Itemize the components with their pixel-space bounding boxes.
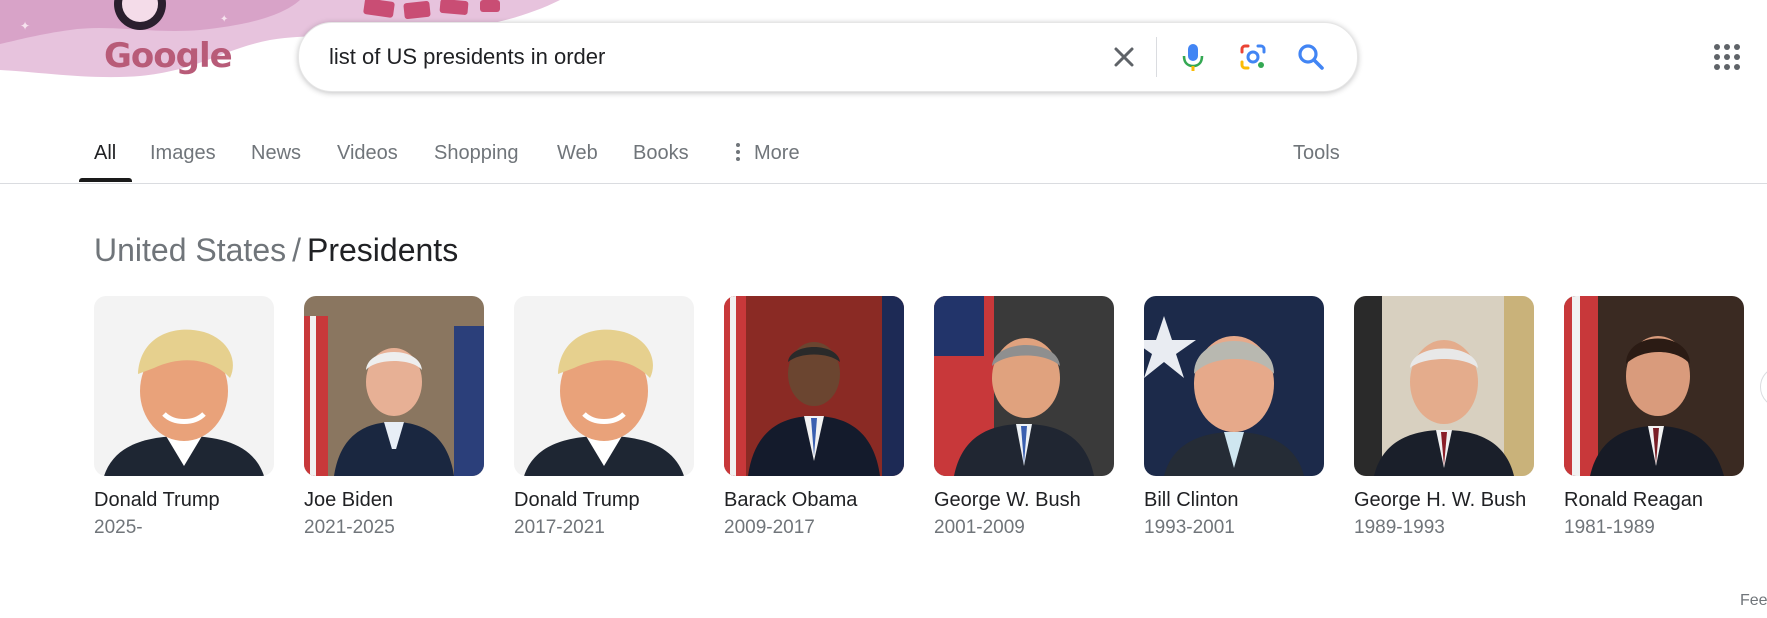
search-tabs: All Images News Videos Shopping Web Book…: [0, 120, 1767, 184]
president-card[interactable]: George H. W. Bush 1989-1993: [1354, 296, 1534, 540]
president-photo[interactable]: [1564, 296, 1744, 476]
tab-shopping[interactable]: Shopping: [434, 142, 519, 165]
president-card[interactable]: Ronald Reagan 1981-1989: [1564, 296, 1744, 540]
president-card[interactable]: Donald Trump 2017-2021: [514, 296, 694, 540]
google-logo[interactable]: Google: [104, 36, 233, 76]
tabs-divider: [0, 183, 1767, 184]
clear-icon[interactable]: [1107, 40, 1141, 74]
president-name[interactable]: George H. W. Bush: [1354, 488, 1534, 512]
president-photo[interactable]: [514, 296, 694, 476]
breadcrumb: United States / Presidents: [94, 232, 458, 269]
breadcrumb-separator: /: [292, 232, 301, 268]
president-term: 1989-1993: [1354, 517, 1445, 538]
president-photo[interactable]: [304, 296, 484, 476]
tab-videos[interactable]: Videos: [337, 142, 398, 165]
president-name[interactable]: Bill Clinton: [1144, 488, 1324, 512]
page-title: Presidents: [307, 232, 459, 268]
president-name[interactable]: Donald Trump: [94, 488, 274, 512]
president-card[interactable]: Joe Biden 2021-2025: [304, 296, 484, 540]
tab-books[interactable]: Books: [633, 142, 689, 165]
apps-grid-icon[interactable]: [1714, 44, 1742, 72]
breadcrumb-parent[interactable]: United States: [94, 232, 286, 268]
more-vertical-icon: [735, 143, 741, 161]
president-name[interactable]: George W. Bush: [934, 488, 1114, 512]
president-photo[interactable]: [94, 296, 274, 476]
search-icon[interactable]: [1294, 40, 1328, 74]
president-name[interactable]: Barack Obama: [724, 488, 904, 512]
president-name[interactable]: Donald Trump: [514, 488, 694, 512]
president-term: 2001-2009: [934, 517, 1025, 538]
president-name[interactable]: Ronald Reagan: [1564, 488, 1744, 512]
svg-text:✦: ✦: [220, 14, 228, 25]
president-photo[interactable]: [934, 296, 1114, 476]
feedback-link[interactable]: Fee: [1740, 592, 1767, 610]
search-input[interactable]: list of US presidents in order: [329, 23, 605, 91]
president-card[interactable]: George W. Bush 2001-2009: [934, 296, 1114, 540]
svg-text:✦: ✦: [20, 19, 30, 33]
president-card[interactable]: Donald Trump 2025-: [94, 296, 274, 540]
camera-lens-icon[interactable]: [1236, 40, 1270, 74]
tab-web[interactable]: Web: [557, 142, 598, 165]
president-term: 2017-2021: [514, 517, 605, 538]
chevron-right-icon[interactable]: [1760, 366, 1767, 408]
active-tab-indicator: [79, 178, 132, 182]
president-term: 1981-1989: [1564, 517, 1655, 538]
president-card[interactable]: Barack Obama 2009-2017: [724, 296, 904, 540]
president-term: 1993-2001: [1144, 517, 1235, 538]
president-photo[interactable]: [724, 296, 904, 476]
president-term: 2021-2025: [304, 517, 395, 538]
search-divider: [1156, 37, 1157, 77]
president-photo[interactable]: [1354, 296, 1534, 476]
tab-tools[interactable]: Tools: [1293, 142, 1340, 165]
tab-more[interactable]: More: [754, 142, 800, 165]
president-card[interactable]: Bill Clinton 1993-2001: [1144, 296, 1324, 540]
tab-images[interactable]: Images: [150, 142, 216, 165]
president-term: 2025-: [94, 517, 143, 538]
microphone-icon[interactable]: [1176, 40, 1210, 74]
president-name[interactable]: Joe Biden: [304, 488, 484, 512]
tab-news[interactable]: News: [251, 142, 301, 165]
president-term: 2009-2017: [724, 517, 815, 538]
president-photo[interactable]: [1144, 296, 1324, 476]
tab-all[interactable]: All: [94, 142, 116, 165]
search-box[interactable]: list of US presidents in order: [298, 22, 1358, 92]
